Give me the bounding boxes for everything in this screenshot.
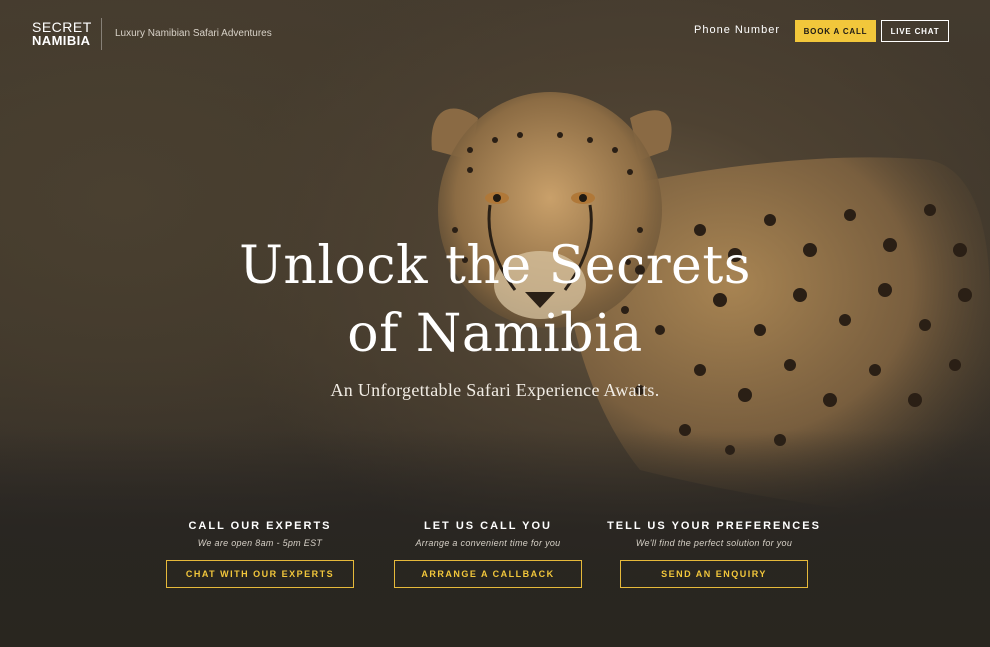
logo-line-1: SECRET bbox=[32, 19, 92, 35]
cta-subtitle: We'll find the perfect solution for you bbox=[635, 538, 793, 548]
chat-with-experts-button[interactable]: CHAT WITH OUR EXPERTS bbox=[166, 560, 354, 588]
cta-title: CALL OUR EXPERTS bbox=[188, 520, 332, 532]
phone-number-link[interactable]: Phone Number bbox=[694, 24, 780, 36]
headline-line-1: Unlock the Secrets bbox=[239, 236, 751, 296]
cta-subtitle: We are open 8am - 5pm EST bbox=[197, 538, 323, 548]
cta-subtitle: Arrange a convenient time for you bbox=[415, 538, 561, 548]
hero-headline: Unlock the Secrets of Namibia bbox=[0, 232, 990, 368]
header-divider bbox=[101, 18, 102, 50]
send-enquiry-button[interactable]: SEND AN ENQUIRY bbox=[620, 560, 808, 588]
hero-subheadline: An Unforgettable Safari Experience Await… bbox=[330, 380, 660, 400]
cta-let-us-call: LET US CALL YOU Arrange a convenient tim… bbox=[368, 520, 608, 588]
site-logo[interactable]: SECRET NAMIBIA bbox=[32, 20, 92, 48]
book-a-call-button[interactable]: BOOK A CALL bbox=[795, 20, 876, 42]
headline-line-2: of Namibia bbox=[347, 304, 643, 364]
cta-title: LET US CALL YOU bbox=[424, 520, 552, 532]
live-chat-button[interactable]: LIVE CHAT bbox=[881, 20, 949, 42]
cta-preferences: TELL US YOUR PREFERENCES We'll find the … bbox=[594, 520, 834, 588]
cta-title: TELL US YOUR PREFERENCES bbox=[607, 520, 821, 532]
arrange-callback-button[interactable]: ARRANGE A CALLBACK bbox=[394, 560, 582, 588]
cta-call-experts: CALL OUR EXPERTS We are open 8am - 5pm E… bbox=[140, 520, 380, 588]
site-tagline: Luxury Namibian Safari Adventures bbox=[115, 28, 272, 39]
logo-line-2: NAMIBIA bbox=[32, 33, 91, 48]
